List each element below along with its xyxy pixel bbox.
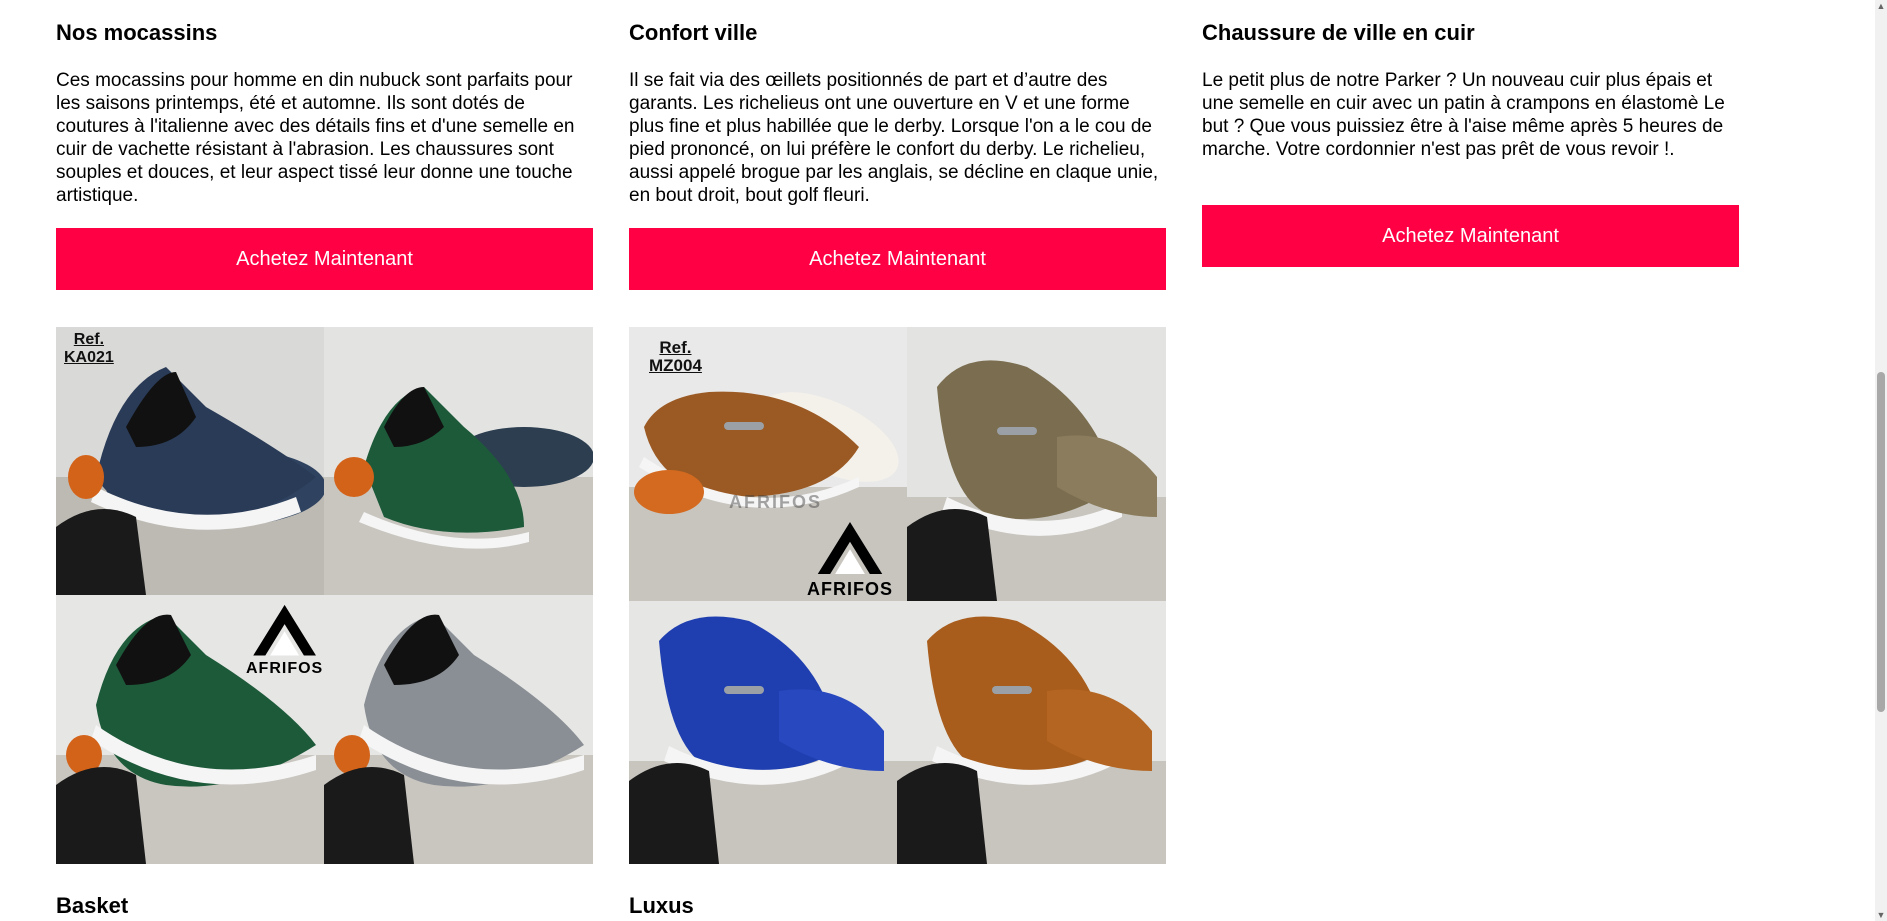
product-photo-blue (629, 601, 897, 864)
product-photo-green-alt: AFRIFOS (56, 595, 324, 864)
product-title: Nos mocassins (56, 20, 218, 45)
section-title-basket: Basket (56, 893, 129, 918)
product-photo-cognac (897, 601, 1166, 864)
afrifos-logo: AFRIFOS (246, 600, 323, 678)
product-ref: Ref. KA021 (64, 331, 114, 366)
product-image-grid[interactable]: AFRIFOS AFRIFOS Ref. MZ004 (629, 327, 1166, 864)
product-photo-green (324, 327, 593, 595)
product-photo-olive (907, 327, 1166, 601)
product-photo-navy (56, 327, 324, 595)
vertical-scrollbar[interactable]: ▲ ▼ (1875, 0, 1887, 921)
buy-now-button[interactable]: Achetez Maintenant (56, 228, 593, 290)
product-description: Il se fait via des œillets positionnés d… (629, 70, 1159, 206)
logo-text: AFRIFOS (807, 579, 893, 599)
logo-text: AFRIFOS (246, 660, 324, 678)
afrifos-logo: AFRIFOS (807, 517, 893, 600)
buy-now-button[interactable]: Achetez Maintenant (1202, 205, 1739, 267)
buy-now-button[interactable]: Achetez Maintenant (629, 228, 1166, 290)
product-title: Chaussure de ville en cuir (1202, 20, 1475, 45)
product-photo-grey (324, 595, 593, 864)
section-title-luxus: Luxus (629, 893, 694, 918)
product-image-grid[interactable]: AFRIFOS Ref. KA021 (56, 327, 593, 864)
product-description: Le petit plus de notre Parker ? Un nouve… (1202, 70, 1725, 160)
product-description: Ces mocassins pour homme en din nubuck s… (56, 70, 575, 206)
scroll-down-arrow-icon[interactable]: ▼ (1875, 909, 1887, 921)
scrollbar-thumb[interactable] (1877, 372, 1885, 712)
scroll-up-arrow-icon[interactable]: ▲ (1875, 0, 1887, 12)
product-title: Confort ville (629, 20, 758, 45)
product-ref: Ref. MZ004 (649, 338, 702, 375)
watermark-text: AFRIFOS (729, 492, 822, 512)
